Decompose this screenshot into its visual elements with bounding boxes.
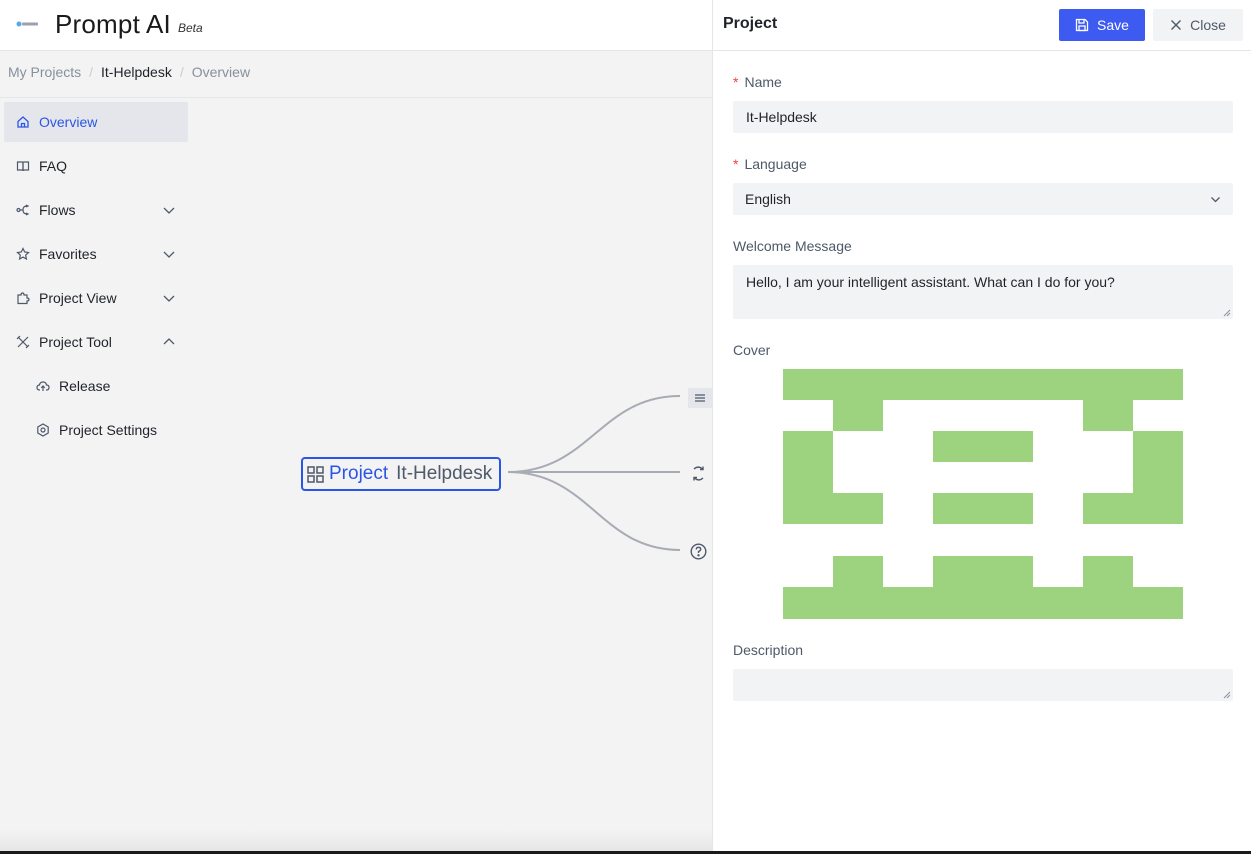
resize-handle-icon[interactable]: [1223, 309, 1231, 317]
required-marker: *: [733, 74, 739, 90]
cover-label: Cover: [733, 342, 771, 358]
cover-image[interactable]: [783, 369, 1183, 619]
resize-handle-icon[interactable]: [1223, 691, 1231, 699]
welcome-message-value: Hello, I am your intelligent assistant. …: [746, 274, 1115, 290]
welcome-message-textarea[interactable]: Hello, I am your intelligent assistant. …: [733, 265, 1233, 319]
refresh-icon[interactable]: [689, 464, 707, 482]
save-label: Save: [1097, 17, 1129, 33]
close-button[interactable]: Close: [1153, 9, 1243, 41]
language-value: English: [745, 191, 791, 207]
grid-icon: [307, 465, 324, 483]
close-label: Close: [1190, 17, 1226, 33]
root-node-label: Project: [329, 463, 389, 484]
required-marker: *: [733, 156, 739, 172]
mindmap-root-node[interactable]: Project It-Helpdesk: [301, 457, 501, 491]
save-button[interactable]: Save: [1059, 9, 1145, 41]
close-icon: [1171, 20, 1182, 30]
help-circle-icon[interactable]: [689, 542, 707, 560]
panel-title: Project: [723, 15, 778, 32]
name-field[interactable]: It-Helpdesk: [733, 101, 1233, 133]
name-label: * Name: [733, 74, 782, 90]
name-value: It-Helpdesk: [746, 109, 817, 125]
description-textarea[interactable]: [733, 669, 1233, 701]
language-label: * Language: [733, 156, 807, 172]
menu-icon[interactable]: [688, 388, 712, 408]
save-icon: [1075, 18, 1089, 32]
chevron-down-icon: [1211, 197, 1220, 203]
welcome-message-label: Welcome Message: [733, 238, 852, 254]
description-label: Description: [733, 642, 804, 658]
panel-header: Project Save Close: [713, 0, 1251, 51]
project-panel: Project Save Close * Name It-Helpdesk * La…: [712, 0, 1251, 854]
mindmap-edges: [507, 395, 681, 551]
language-select[interactable]: English: [733, 183, 1233, 215]
root-node-value: It-Helpdesk: [396, 463, 493, 484]
